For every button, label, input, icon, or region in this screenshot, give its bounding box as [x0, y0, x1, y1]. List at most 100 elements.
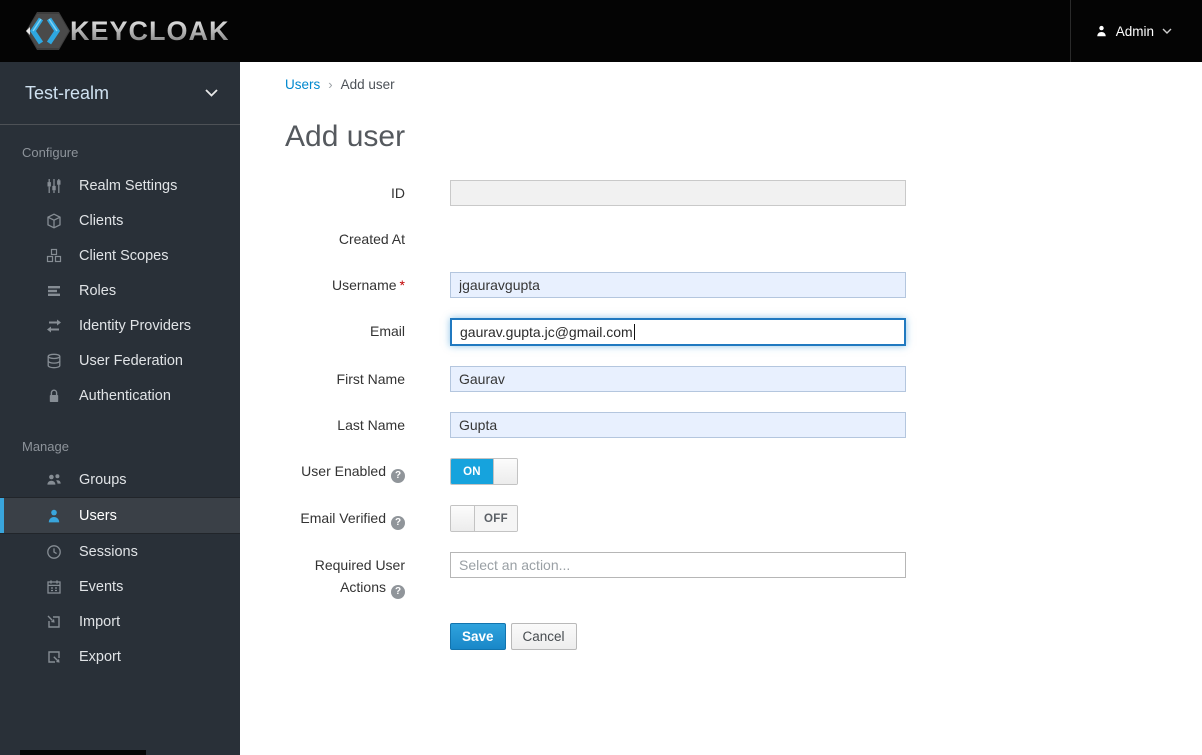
sidebar-item-label: Realm Settings	[79, 177, 178, 194]
admin-menu[interactable]: Admin	[1069, 0, 1202, 62]
form-row-email-verified: Email Verified? OFF	[285, 505, 1202, 532]
sidebar-item-label: Identity Providers	[79, 317, 192, 334]
form-row-last-name: Last Name	[285, 412, 1202, 438]
cancel-button[interactable]: Cancel	[510, 623, 577, 650]
help-icon[interactable]: ?	[391, 469, 405, 483]
sidebar-item-label: Sessions	[79, 543, 138, 560]
sidebar: Test-realm Configure Realm Settings Clie…	[0, 62, 240, 755]
sidebar-section-configure: Configure	[22, 145, 79, 160]
text-cursor	[633, 324, 635, 340]
sidebar-section-manage: Manage	[22, 439, 69, 454]
form-row-required-actions: Required User Actions?	[285, 552, 1202, 599]
sidebar-item-user-federation[interactable]: User Federation	[0, 343, 240, 378]
page-title: Add user	[285, 120, 406, 153]
email-verified-label: Email Verified?	[285, 505, 405, 532]
import-icon	[46, 614, 62, 630]
sidebar-item-label: Import	[79, 613, 121, 630]
form-row-created-at: Created At	[285, 226, 1202, 252]
sidebar-item-events[interactable]: Events	[0, 569, 240, 604]
sidebar-item-label: Users	[79, 507, 117, 524]
main-content: Users › Add user Add user ID Created At Us…	[240, 62, 1202, 755]
required-actions-label-line2: Actions	[340, 579, 386, 595]
browser-status-artifact	[20, 750, 146, 755]
sidebar-item-authentication[interactable]: Authentication	[0, 378, 240, 413]
id-field	[450, 180, 906, 206]
sidebar-item-label: Clients	[79, 212, 124, 229]
username-label-text: Username	[331, 277, 397, 293]
toggle-handle	[451, 506, 475, 531]
form-row-username: Username *	[285, 272, 1202, 298]
user-enabled-toggle[interactable]: ON	[450, 458, 518, 485]
sidebar-item-realm-settings[interactable]: Realm Settings	[0, 168, 240, 203]
group-icon	[46, 472, 62, 488]
admin-label: Admin	[1115, 23, 1154, 39]
sidebar-item-label: Authentication	[79, 387, 171, 404]
breadcrumb-link-users[interactable]: Users	[285, 77, 320, 92]
list-bars-icon	[46, 283, 62, 299]
database-icon	[46, 353, 62, 369]
add-user-form: ID Created At Username* Email gaurav.gup…	[285, 180, 1202, 650]
breadcrumb: Users › Add user	[240, 62, 1202, 92]
lock-icon	[46, 388, 62, 404]
user-icon	[1095, 24, 1108, 38]
help-icon[interactable]: ?	[391, 516, 405, 530]
realm-name: Test-realm	[25, 82, 110, 103]
toggle-handle	[493, 459, 517, 484]
breadcrumb-current: Add user	[340, 77, 395, 92]
sidebar-item-clients[interactable]: Clients	[0, 203, 240, 238]
first-name-label: First Name	[336, 371, 405, 387]
chevron-down-icon	[205, 88, 218, 98]
help-icon[interactable]: ?	[391, 585, 405, 599]
last-name-field[interactable]	[450, 412, 906, 438]
sidebar-item-identity-providers[interactable]: Identity Providers	[0, 308, 240, 343]
id-label: ID	[391, 185, 405, 201]
required-asterisk: *	[399, 277, 405, 293]
user-enabled-label-text: User Enabled	[301, 463, 386, 479]
realm-selector[interactable]: Test-realm	[0, 62, 240, 125]
cubes-icon	[46, 248, 62, 264]
form-row-id: ID	[285, 180, 1202, 206]
top-bar: KEYCLOAK Admin	[0, 0, 1202, 62]
email-value: gaurav.gupta.jc@gmail.com	[460, 324, 633, 340]
form-row-user-enabled: User Enabled? ON	[285, 458, 1202, 485]
sliders-icon	[46, 178, 62, 194]
form-row-email: Email gaurav.gupta.jc@gmail.com	[285, 318, 1202, 346]
calendar-icon	[46, 579, 62, 595]
toggle-on-label: ON	[451, 459, 493, 484]
last-name-label: Last Name	[337, 417, 405, 433]
username-field[interactable]	[450, 272, 906, 298]
cube-icon	[46, 212, 62, 229]
sidebar-item-users[interactable]: Users	[0, 497, 240, 534]
created-at-label: Created At	[338, 231, 405, 247]
form-actions: Save Cancel	[450, 623, 1202, 650]
sidebar-item-export[interactable]: Export	[0, 639, 240, 674]
email-label: Email	[369, 323, 405, 339]
sidebar-item-label: Export	[79, 648, 121, 665]
sidebar-item-roles[interactable]: Roles	[0, 273, 240, 308]
toggle-off-label: OFF	[475, 506, 517, 531]
sidebar-item-client-scopes[interactable]: Client Scopes	[0, 238, 240, 273]
sidebar-item-sessions[interactable]: Sessions	[0, 534, 240, 569]
email-field[interactable]: gaurav.gupta.jc@gmail.com	[450, 318, 906, 346]
required-actions-label-line1: Required User	[314, 557, 405, 573]
export-icon	[46, 649, 62, 665]
required-actions-select[interactable]	[450, 552, 906, 578]
sidebar-item-label: Client Scopes	[79, 247, 169, 264]
user-enabled-label: User Enabled?	[285, 458, 405, 485]
sidebar-item-groups[interactable]: Groups	[0, 462, 240, 497]
keycloak-hexagon-icon	[24, 10, 72, 52]
save-button[interactable]: Save	[450, 623, 506, 650]
email-verified-toggle[interactable]: OFF	[450, 505, 518, 532]
sidebar-item-label: Events	[79, 578, 124, 595]
brand-wordmark: KEYCLOAK	[70, 15, 230, 46]
sidebar-item-label: User Federation	[79, 352, 183, 369]
first-name-field[interactable]	[450, 366, 906, 392]
required-actions-label: Required User Actions?	[285, 552, 405, 599]
chevron-down-icon	[1162, 28, 1172, 35]
breadcrumb-separator: ›	[328, 77, 333, 92]
sidebar-item-import[interactable]: Import	[0, 604, 240, 639]
email-verified-label-text: Email Verified	[300, 510, 386, 526]
keycloak-logo[interactable]: KEYCLOAK	[0, 10, 230, 52]
sidebar-item-label: Roles	[79, 282, 117, 299]
username-label: Username *	[285, 272, 405, 298]
